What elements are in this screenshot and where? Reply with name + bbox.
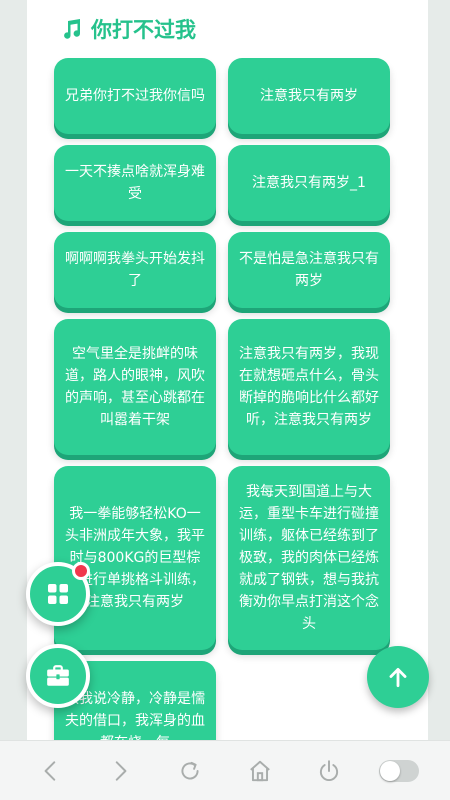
card-grid: 兄弟你打不过我你信吗 注意我只有两岁 一天不揍点啥就浑身难受 注意我只有两岁_1… xyxy=(54,58,392,740)
phrase-card[interactable]: 兄弟你打不过我你信吗 xyxy=(54,58,216,134)
back-button[interactable] xyxy=(31,751,71,791)
scroll-to-top-button[interactable] xyxy=(367,646,429,708)
refresh-icon xyxy=(181,761,199,779)
phrase-card[interactable]: 注意我只有两岁_1 xyxy=(228,145,390,221)
phrase-card[interactable]: 啊啊啊我拳头开始发抖了 xyxy=(54,232,216,308)
browser-nav-bar xyxy=(0,740,450,800)
music-note-icon xyxy=(64,19,81,39)
phrase-card[interactable]: 一天不揍点啥就浑身难受 xyxy=(54,145,216,221)
forward-icon xyxy=(116,760,127,781)
phrase-card[interactable]: 注意我只有两岁 xyxy=(228,58,390,134)
arrow-up-icon xyxy=(389,668,407,688)
page-content: 你打不过我 兄弟你打不过我你信吗 注意我只有两岁 一天不揍点啥就浑身难受 注意我… xyxy=(27,0,428,740)
toolbox-button[interactable] xyxy=(26,644,90,708)
back-icon xyxy=(44,760,56,781)
refresh-button[interactable] xyxy=(170,751,210,791)
apps-button[interactable] xyxy=(26,562,90,626)
power-button[interactable] xyxy=(309,751,349,791)
page-title-text: 你打不过我 xyxy=(91,18,196,42)
phrase-card[interactable]: 空气里全是挑衅的味道，路人的眼神，风吹的声响，甚至心跳都在叫嚣着干架 xyxy=(54,319,216,455)
home-icon xyxy=(249,760,270,781)
phrase-card[interactable]: 我一拳能够轻松KO一头非洲成年大象，我平时与800KG的巨型棕熊进行单挑格斗训练… xyxy=(54,466,216,650)
toolbox-icon xyxy=(47,665,69,686)
toggle-track xyxy=(379,759,420,782)
toggle-switch[interactable] xyxy=(379,751,420,791)
forward-button[interactable] xyxy=(100,751,140,791)
grid-icon xyxy=(48,584,68,604)
home-button[interactable] xyxy=(240,751,280,791)
phrase-card[interactable]: 我每天到国道上与大运，重型卡车进行碰撞训练，躯体已经练到了极致，我的肉体已经炼就… xyxy=(228,466,390,650)
toggle-knob xyxy=(380,760,401,781)
notification-badge xyxy=(72,562,90,580)
page-title: 你打不过我 xyxy=(59,14,196,44)
phrase-card[interactable]: 不是怕是急注意我只有两岁 xyxy=(228,232,390,308)
power-icon xyxy=(320,759,339,781)
phrase-card[interactable]: 注意我只有两岁，我现在就想砸点什么，骨头断掉的脆响比什么都好听，注意我只有两岁 xyxy=(228,319,390,455)
